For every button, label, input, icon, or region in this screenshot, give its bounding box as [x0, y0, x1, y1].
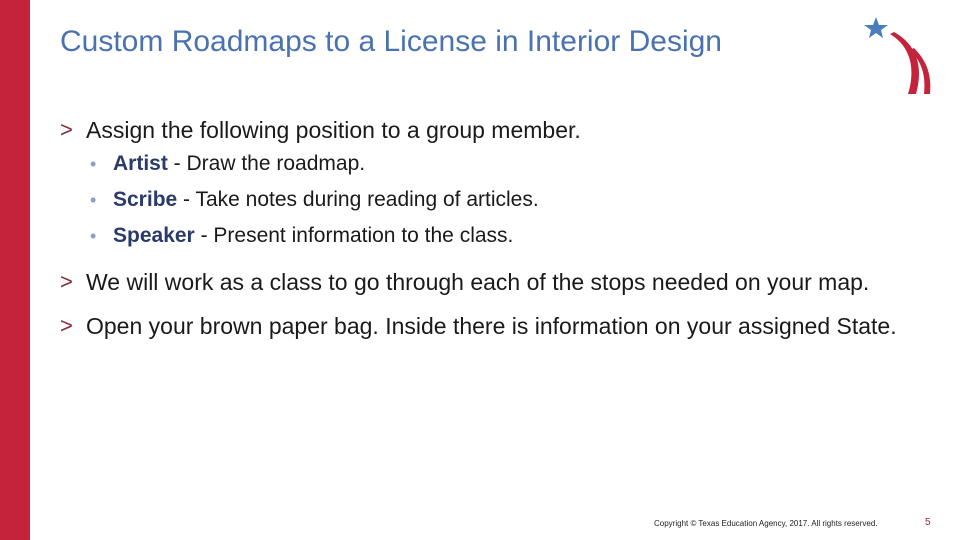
bullet-text: Assign the following position to a group… [86, 117, 581, 143]
bullet-text: We will work as a class to go through ea… [86, 269, 870, 295]
sub-bullet-item: • Artist - Draw the roadmap. [60, 146, 940, 182]
role-description: - Draw the roadmap. [167, 152, 366, 175]
role-term: Artist [113, 152, 168, 175]
sidebar-accent [0, 0, 30, 540]
page-number: 5 [925, 517, 931, 528]
sub-bullet-item: • Scribe - Take notes during reading of … [60, 182, 940, 218]
role-description: - Present information to the class. [194, 224, 514, 247]
copyright-footer: Copyright © Texas Education Agency, 2017… [654, 519, 878, 528]
stripe-icon [890, 32, 920, 94]
role-term: Speaker [113, 224, 195, 247]
chevron-right-icon: > [60, 117, 73, 142]
bullet-text: Open your brown paper bag. Inside there … [86, 313, 897, 339]
star-icon [864, 17, 888, 38]
bullet-item: > We will work as a class to go through … [60, 266, 940, 298]
role-description: - Take notes during reading of articles. [177, 188, 539, 211]
bullet-item: > Assign the following position to a gro… [60, 114, 940, 146]
star-and-stripes-logo-icon [864, 17, 931, 94]
page-title: Custom Roadmaps to a License in Interior… [60, 25, 722, 58]
bullet-dot-icon: • [90, 190, 97, 210]
sub-bullet-item: • Speaker - Present information to the c… [60, 218, 940, 254]
bullet-item: > Open your brown paper bag. Inside ther… [60, 310, 940, 342]
role-term: Scribe [113, 188, 178, 211]
bullet-list: > Assign the following position to a gro… [60, 114, 940, 342]
chevron-right-icon: > [60, 269, 73, 294]
chevron-right-icon: > [60, 313, 73, 338]
bullet-dot-icon: • [90, 226, 97, 246]
bullet-dot-icon: • [90, 154, 97, 174]
